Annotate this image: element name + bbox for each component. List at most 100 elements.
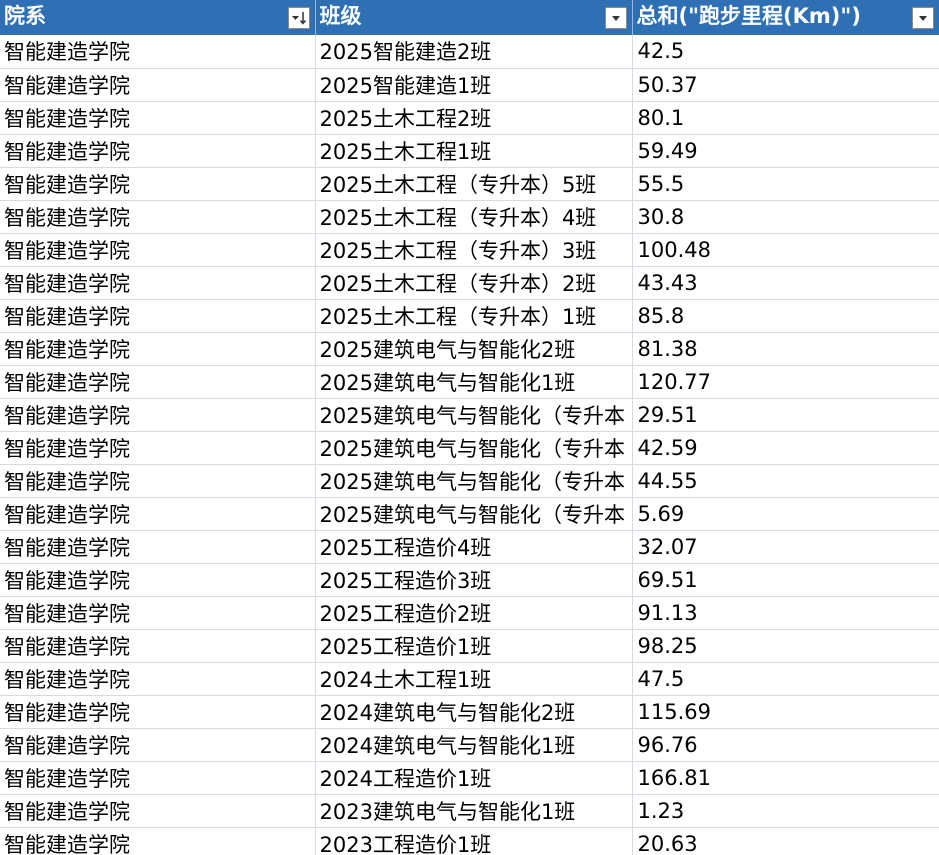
cell-class-name[interactable]: 2024土木工程1班 (315, 662, 633, 696)
cell-class-name[interactable]: 2024工程造价1班 (315, 761, 633, 795)
cell-class-name[interactable]: 2023工程造价1班 (315, 827, 633, 855)
cell-department[interactable]: 智能建造学院 (0, 530, 316, 564)
cell-department[interactable]: 智能建造学院 (0, 629, 316, 663)
cell-class-name[interactable]: 2025工程造价1班 (315, 629, 633, 663)
cell-class-name[interactable]: 2025工程造价2班 (315, 596, 633, 630)
cell-running-km[interactable]: 42.5 (632, 35, 939, 69)
cell-department[interactable]: 智能建造学院 (0, 167, 316, 201)
cell-class-name[interactable]: 2025智能建造2班 (315, 35, 633, 69)
cell-department[interactable]: 智能建造学院 (0, 596, 316, 630)
table-row: 智能建造学院 2024土木工程1班 47.5 (0, 662, 939, 696)
cell-running-km[interactable]: 85.8 (632, 299, 939, 333)
table-row: 智能建造学院 2025土木工程（专升本）3班 100.48 (0, 233, 939, 267)
filter-sort-descending-icon[interactable] (287, 7, 310, 29)
cell-running-km[interactable]: 81.38 (632, 332, 939, 366)
cell-department[interactable]: 智能建造学院 (0, 563, 316, 597)
table-row: 智能建造学院 2023工程造价1班 20.63 (0, 827, 939, 855)
cell-department[interactable]: 智能建造学院 (0, 761, 316, 795)
filter-dropdown-icon[interactable] (911, 7, 934, 29)
cell-class-name[interactable]: 2025建筑电气与智能化（专升本 (315, 497, 633, 531)
cell-class-name[interactable]: 2025土木工程（专升本）3班 (315, 233, 633, 267)
cell-running-km[interactable]: 115.69 (632, 695, 939, 729)
cell-class-name[interactable]: 2025土木工程1班 (315, 134, 633, 168)
cell-class-name[interactable]: 2023建筑电气与智能化1班 (315, 794, 633, 828)
cell-running-km[interactable]: 100.48 (632, 233, 939, 267)
cell-running-km[interactable]: 69.51 (632, 563, 939, 597)
column-header-km-label: 总和("跑步里程(Km)") (636, 4, 861, 28)
table-row: 智能建造学院 2025土木工程2班 80.1 (0, 101, 939, 135)
cell-running-km[interactable]: 29.51 (632, 398, 939, 432)
cell-running-km[interactable]: 50.37 (632, 68, 939, 102)
cell-running-km[interactable]: 96.76 (632, 728, 939, 762)
cell-class-name[interactable]: 2025建筑电气与智能化（专升本 (315, 431, 633, 465)
cell-class-name[interactable]: 2025土木工程（专升本）2班 (315, 266, 633, 300)
header-row: 院系 班级 总和("跑步里程(Km)") (0, 0, 939, 35)
cell-class-name[interactable]: 2025土木工程（专升本）4班 (315, 200, 633, 234)
cell-class-name[interactable]: 2025工程造价3班 (315, 563, 633, 597)
table-row: 智能建造学院 2025建筑电气与智能化（专升本 29.51 (0, 398, 939, 432)
column-header-dept[interactable]: 院系 (0, 0, 316, 35)
cell-running-km[interactable]: 30.8 (632, 200, 939, 234)
cell-department[interactable]: 智能建造学院 (0, 332, 316, 366)
cell-department[interactable]: 智能建造学院 (0, 497, 316, 531)
cell-department[interactable]: 智能建造学院 (0, 200, 316, 234)
cell-class-name[interactable]: 2025工程造价4班 (315, 530, 633, 564)
cell-running-km[interactable]: 47.5 (632, 662, 939, 696)
cell-running-km[interactable]: 98.25 (632, 629, 939, 663)
cell-running-km[interactable]: 59.49 (632, 134, 939, 168)
cell-class-name[interactable]: 2025土木工程（专升本）5班 (315, 167, 633, 201)
table-row: 智能建造学院 2023建筑电气与智能化1班 1.23 (0, 794, 939, 828)
column-header-class-label: 班级 (319, 4, 362, 28)
cell-running-km[interactable]: 20.63 (632, 827, 939, 855)
cell-running-km[interactable]: 55.5 (632, 167, 939, 201)
cell-running-km[interactable]: 42.59 (632, 431, 939, 465)
table-row: 智能建造学院 2025建筑电气与智能化（专升本 44.55 (0, 464, 939, 498)
table-row: 智能建造学院 2024工程造价1班 166.81 (0, 761, 939, 795)
cell-department[interactable]: 智能建造学院 (0, 134, 316, 168)
table-row: 智能建造学院 2024建筑电气与智能化2班 115.69 (0, 695, 939, 729)
cell-running-km[interactable]: 43.43 (632, 266, 939, 300)
cell-department[interactable]: 智能建造学院 (0, 464, 316, 498)
cell-class-name[interactable]: 2025建筑电气与智能化2班 (315, 332, 633, 366)
cell-class-name[interactable]: 2025土木工程（专升本）1班 (315, 299, 633, 333)
cell-running-km[interactable]: 80.1 (632, 101, 939, 135)
cell-department[interactable]: 智能建造学院 (0, 233, 316, 267)
table-row: 智能建造学院 2025建筑电气与智能化（专升本 5.69 (0, 497, 939, 531)
cell-running-km[interactable]: 1.23 (632, 794, 939, 828)
column-header-class[interactable]: 班级 (315, 0, 633, 35)
table-row: 智能建造学院 2025建筑电气与智能化1班 120.77 (0, 365, 939, 399)
cell-department[interactable]: 智能建造学院 (0, 695, 316, 729)
cell-class-name[interactable]: 2024建筑电气与智能化1班 (315, 728, 633, 762)
cell-department[interactable]: 智能建造学院 (0, 728, 316, 762)
cell-department[interactable]: 智能建造学院 (0, 101, 316, 135)
cell-department[interactable]: 智能建造学院 (0, 398, 316, 432)
cell-department[interactable]: 智能建造学院 (0, 827, 316, 855)
cell-class-name[interactable]: 2025土木工程2班 (315, 101, 633, 135)
cell-running-km[interactable]: 120.77 (632, 365, 939, 399)
cell-department[interactable]: 智能建造学院 (0, 794, 316, 828)
cell-class-name[interactable]: 2025建筑电气与智能化（专升本 (315, 464, 633, 498)
cell-class-name[interactable]: 2025建筑电气与智能化（专升本 (315, 398, 633, 432)
cell-department[interactable]: 智能建造学院 (0, 35, 316, 69)
column-header-dept-label: 院系 (4, 4, 46, 28)
cell-department[interactable]: 智能建造学院 (0, 431, 316, 465)
table-row: 智能建造学院 2025土木工程（专升本）2班 43.43 (0, 266, 939, 300)
cell-running-km[interactable]: 166.81 (632, 761, 939, 795)
cell-department[interactable]: 智能建造学院 (0, 365, 316, 399)
cell-running-km[interactable]: 32.07 (632, 530, 939, 564)
cell-department[interactable]: 智能建造学院 (0, 266, 316, 300)
cell-department[interactable]: 智能建造学院 (0, 299, 316, 333)
table-row: 智能建造学院 2025工程造价1班 98.25 (0, 629, 939, 663)
column-header-km[interactable]: 总和("跑步里程(Km)") (632, 0, 939, 35)
pivot-table-sheet: 院系 班级 总和("跑步里程(Km)") 智能建造学院 2025智能建造2班 4… (0, 0, 939, 855)
cell-running-km[interactable]: 91.13 (632, 596, 939, 630)
table-row: 智能建造学院 2025土木工程（专升本）5班 55.5 (0, 167, 939, 201)
cell-class-name[interactable]: 2025建筑电气与智能化1班 (315, 365, 633, 399)
cell-department[interactable]: 智能建造学院 (0, 68, 316, 102)
cell-class-name[interactable]: 2024建筑电气与智能化2班 (315, 695, 633, 729)
filter-dropdown-icon[interactable] (604, 7, 627, 29)
cell-class-name[interactable]: 2025智能建造1班 (315, 68, 633, 102)
cell-department[interactable]: 智能建造学院 (0, 662, 316, 696)
cell-running-km[interactable]: 5.69 (632, 497, 939, 531)
cell-running-km[interactable]: 44.55 (632, 464, 939, 498)
